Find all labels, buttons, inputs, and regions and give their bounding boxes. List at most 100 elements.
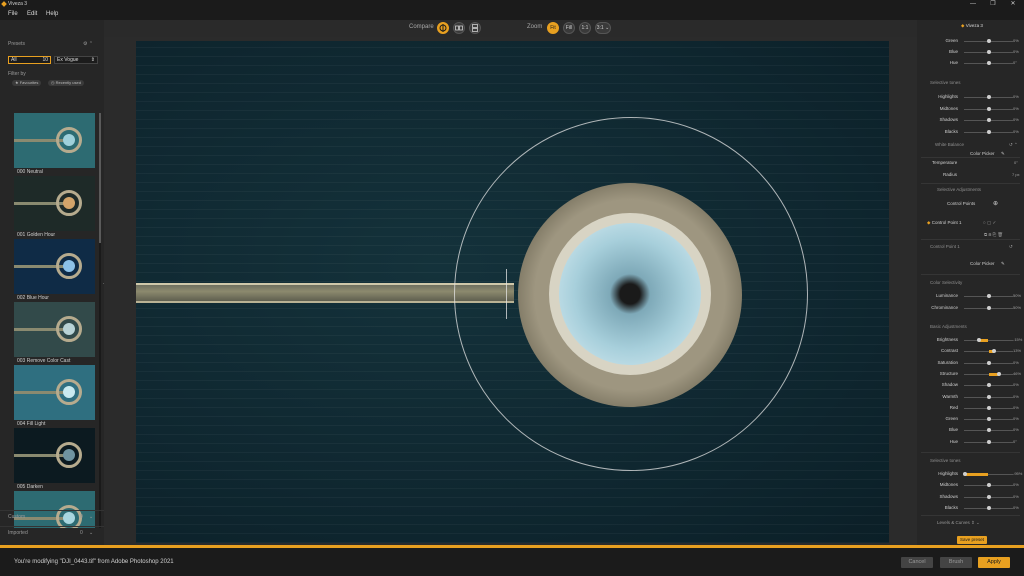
preset-name: 002 Blue Hour <box>17 295 49 301</box>
minimize-button[interactable]: — <box>966 0 980 9</box>
control-point-tools-icon[interactable]: ○ ▢ ✓ <box>983 220 996 226</box>
preset-item[interactable]: 003 Remove Color Cast <box>14 302 95 365</box>
slider-row[interactable]: Midtones 0% <box>917 105 1024 114</box>
slider-knob[interactable] <box>992 349 997 354</box>
slider-row[interactable]: Highlights -95% <box>917 470 1024 479</box>
slider-knob[interactable] <box>997 371 1002 376</box>
reset-icon[interactable]: ↺ <box>1009 244 1013 250</box>
slider-knob[interactable] <box>986 483 991 488</box>
slider-row[interactable]: Blue 0% <box>917 426 1024 435</box>
slider-knob[interactable] <box>986 118 991 122</box>
temperature-label: Temperature <box>932 160 958 165</box>
preset-item[interactable]: 000 Neutral <box>14 113 95 176</box>
presets-scrollbar[interactable] <box>99 113 101 528</box>
levels-curves-section[interactable]: Levels & Curves ⇕ ⌄ <box>937 520 980 526</box>
slider-knob[interactable] <box>986 294 991 298</box>
collection-select[interactable]: Ex Vogue ⇕ <box>54 56 98 64</box>
slider-row[interactable]: Warmth 0% <box>917 393 1024 402</box>
slider-knob[interactable] <box>986 305 991 310</box>
slider-knob[interactable] <box>986 417 991 422</box>
add-control-point-icon[interactable]: ⊕ <box>993 200 998 207</box>
slider-knob[interactable] <box>986 39 991 43</box>
slider-knob[interactable] <box>986 439 991 444</box>
compare-split-button[interactable] <box>437 22 449 34</box>
slider-label: Blue <box>948 49 958 54</box>
photo-preview[interactable] <box>136 41 889 543</box>
menu-help[interactable]: Help <box>46 11 58 17</box>
slider-row[interactable]: Red 0% <box>917 404 1024 413</box>
presets-options-icon[interactable]: ⚙ ⌃ <box>83 41 93 47</box>
zoom-dropdown[interactable]: 3:1 ⌄ <box>595 22 611 34</box>
presets-scroll-thumb[interactable] <box>99 113 101 243</box>
imported-presets-section[interactable]: Imported 0 ⌄ <box>0 526 104 538</box>
maximize-button[interactable]: ❐ <box>986 0 1000 9</box>
slider-row[interactable]: Highlights 0% <box>917 93 1024 102</box>
slider-knob[interactable] <box>986 505 991 510</box>
menu-edit[interactable]: Edit <box>27 11 37 17</box>
slider-knob[interactable] <box>986 61 991 65</box>
slider-knob[interactable] <box>986 95 991 99</box>
preset-item[interactable]: 004 Fill Light <box>14 365 95 428</box>
slider-row[interactable]: Blacks 0% <box>917 504 1024 513</box>
slider-row[interactable]: Shadow 0% <box>917 381 1024 390</box>
water-ripple <box>136 47 889 48</box>
control-point-actions-icon[interactable]: ⧉ ⊟ ⎘ 🗑 <box>984 232 1003 238</box>
slider-knob[interactable] <box>986 394 991 399</box>
save-preset-button[interactable]: Save preset <box>957 536 987 544</box>
slider-track[interactable] <box>964 340 1013 341</box>
compare-side-by-side-button[interactable] <box>453 22 465 34</box>
control-point-1-row[interactable]: ◆ Control Point 1 <box>927 220 962 226</box>
control-point-radius-ring[interactable] <box>454 117 808 471</box>
slider-row[interactable]: Blue 0% <box>917 48 1024 57</box>
slider-row[interactable]: Luminance 50% <box>917 292 1024 301</box>
slider-row[interactable]: Saturation 0% <box>917 359 1024 368</box>
slider-knob[interactable] <box>986 405 991 410</box>
slider-row[interactable]: Blacks 0% <box>917 128 1024 137</box>
slider-knob[interactable] <box>986 428 991 433</box>
slider-knob[interactable] <box>986 383 991 388</box>
slider-row[interactable]: Structure 46% <box>917 370 1024 379</box>
slider-row[interactable]: Midtones 0% <box>917 481 1024 490</box>
slider-row[interactable]: Shadows 0% <box>917 116 1024 125</box>
slider-knob[interactable] <box>986 129 991 134</box>
water-ripple <box>136 137 889 138</box>
slider-row[interactable]: Hue 0° <box>917 438 1024 447</box>
menu-file[interactable]: File <box>8 11 18 17</box>
slider-knob[interactable] <box>976 338 981 342</box>
slider-row[interactable]: Green 0% <box>917 415 1024 424</box>
cancel-button[interactable]: Cancel <box>901 557 933 568</box>
status-bar: You're modifying "DJI_0443.tif" from Ado… <box>0 548 1024 576</box>
filter-recent-pill[interactable]: ◷ Recently used <box>48 80 84 86</box>
custom-presets-section[interactable]: Custom 0 ⌄ <box>0 510 104 522</box>
water-ripple <box>136 470 889 471</box>
control-point-handle[interactable] <box>506 269 507 319</box>
preset-item[interactable]: 005 Darken <box>14 428 95 491</box>
compare-stacked-button[interactable] <box>469 22 481 34</box>
slider-row[interactable]: Brightness -15% <box>917 336 1024 345</box>
slider-row[interactable]: Contrast 13% <box>917 347 1024 356</box>
slider-knob[interactable] <box>962 472 967 476</box>
slider-knob[interactable] <box>986 360 991 365</box>
slider-knob[interactable] <box>986 106 991 111</box>
zoom-fit-button[interactable]: Fit <box>547 22 559 34</box>
slider-row[interactable]: Chrominance 50% <box>917 304 1024 313</box>
slider-row[interactable]: Green 0% <box>917 37 1024 46</box>
slider-row[interactable]: Shadows 0% <box>917 493 1024 502</box>
zoom-1-1-button[interactable]: 1:1 <box>579 22 591 34</box>
preset-thumbnail <box>14 239 95 294</box>
preset-thumbnail <box>14 113 95 168</box>
reset-icon[interactable]: ↺ ⌃ <box>1009 142 1018 148</box>
filter-favourites-pill[interactable]: ★ Favourites <box>12 80 42 86</box>
tab-all-presets[interactable]: All 10 <box>8 56 51 64</box>
slider-knob[interactable] <box>986 50 991 54</box>
slider-row[interactable]: Hue 0° <box>917 59 1024 68</box>
brush-button[interactable]: Brush <box>940 557 972 568</box>
zoom-fill-button[interactable]: Fill <box>563 22 575 34</box>
eyedropper-icon[interactable]: ✎ <box>1001 151 1005 157</box>
slider-knob[interactable] <box>986 494 991 499</box>
apply-button[interactable]: Apply <box>978 557 1010 568</box>
preset-item[interactable]: 001 Golden Hour <box>14 176 95 239</box>
close-button[interactable]: ✕ <box>1006 0 1020 9</box>
eyedropper-icon[interactable]: ✎ <box>1001 261 1005 267</box>
preset-item[interactable]: 002 Blue Hour <box>14 239 95 302</box>
